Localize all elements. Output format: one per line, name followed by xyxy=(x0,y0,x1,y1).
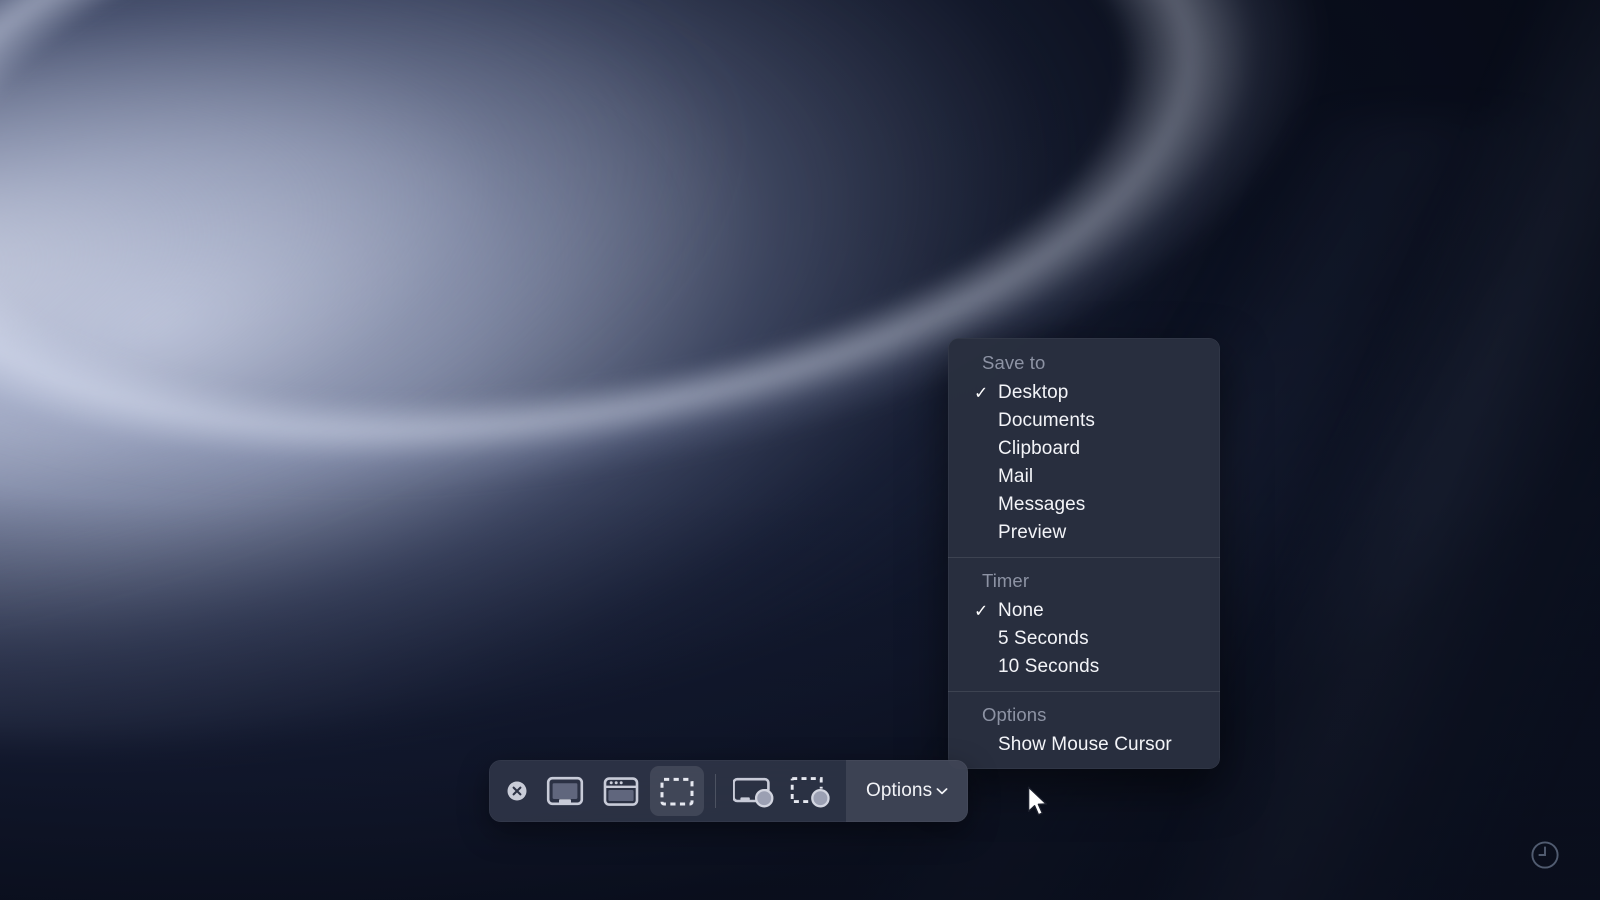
menu-divider xyxy=(948,691,1220,692)
menu-item-timer-none[interactable]: ✓ None xyxy=(948,597,1220,625)
record-selected-portion-button[interactable] xyxy=(783,766,837,816)
options-button[interactable]: Options xyxy=(846,760,968,822)
menu-item-preview[interactable]: Preview xyxy=(948,519,1220,547)
chevron-down-icon xyxy=(934,783,950,799)
menu-item-documents[interactable]: Documents xyxy=(948,407,1220,435)
menu-section-header-save-to: Save to xyxy=(948,346,1220,379)
capture-selection-icon xyxy=(659,776,695,807)
screenshot-toolbar[interactable]: Options xyxy=(489,760,968,822)
menu-item-show-mouse-cursor[interactable]: Show Mouse Cursor xyxy=(948,731,1220,759)
menu-divider xyxy=(948,557,1220,558)
clock-icon xyxy=(1529,839,1561,871)
menu-item-clipboard[interactable]: Clipboard xyxy=(948,435,1220,463)
menu-item-mail[interactable]: Mail xyxy=(948,463,1220,491)
menu-item-messages[interactable]: Messages xyxy=(948,491,1220,519)
menu-section-timer: Timer ✓ None 5 Seconds 10 Seconds xyxy=(948,564,1220,681)
menu-item-label: Messages xyxy=(998,494,1085,516)
menu-section-header-timer: Timer xyxy=(948,564,1220,597)
menu-item-timer-5-seconds[interactable]: 5 Seconds xyxy=(948,625,1220,653)
menu-item-label: 10 Seconds xyxy=(998,656,1099,678)
checkmark-icon: ✓ xyxy=(974,603,988,620)
menu-item-label: Mail xyxy=(998,466,1033,488)
menu-item-label: Preview xyxy=(998,522,1066,544)
menu-item-label: 5 Seconds xyxy=(998,628,1089,650)
capture-window-icon xyxy=(603,776,639,807)
menu-item-timer-10-seconds[interactable]: 10 Seconds xyxy=(948,653,1220,681)
record-selection-icon xyxy=(789,774,831,808)
toolbar-separator xyxy=(715,774,716,808)
menu-item-desktop[interactable]: ✓ Desktop xyxy=(948,379,1220,407)
clock-indicator[interactable] xyxy=(1529,839,1561,876)
menu-section-options: Options Show Mouse Cursor xyxy=(948,698,1220,759)
record-entire-screen-icon xyxy=(733,774,775,808)
capture-selected-window-button[interactable] xyxy=(594,766,648,816)
menu-item-label: Desktop xyxy=(998,382,1068,404)
menu-section-header-options: Options xyxy=(948,698,1220,731)
checkmark-icon: ✓ xyxy=(974,385,988,402)
options-popup-menu[interactable]: Save to ✓ Desktop Documents Clipboard Ma… xyxy=(948,338,1220,769)
menu-item-label: Documents xyxy=(998,410,1095,432)
menu-item-label: Clipboard xyxy=(998,438,1080,460)
capture-selected-portion-button[interactable] xyxy=(650,766,704,816)
capture-entire-screen-button[interactable] xyxy=(538,766,592,816)
close-icon xyxy=(506,780,528,802)
close-button[interactable] xyxy=(497,766,537,816)
options-button-label: Options xyxy=(866,780,932,802)
menu-item-label: None xyxy=(998,600,1044,622)
menu-section-save-to: Save to ✓ Desktop Documents Clipboard Ma… xyxy=(948,346,1220,547)
capture-entire-screen-icon xyxy=(546,775,584,807)
menu-item-label: Show Mouse Cursor xyxy=(998,734,1172,756)
record-entire-screen-button[interactable] xyxy=(727,766,781,816)
